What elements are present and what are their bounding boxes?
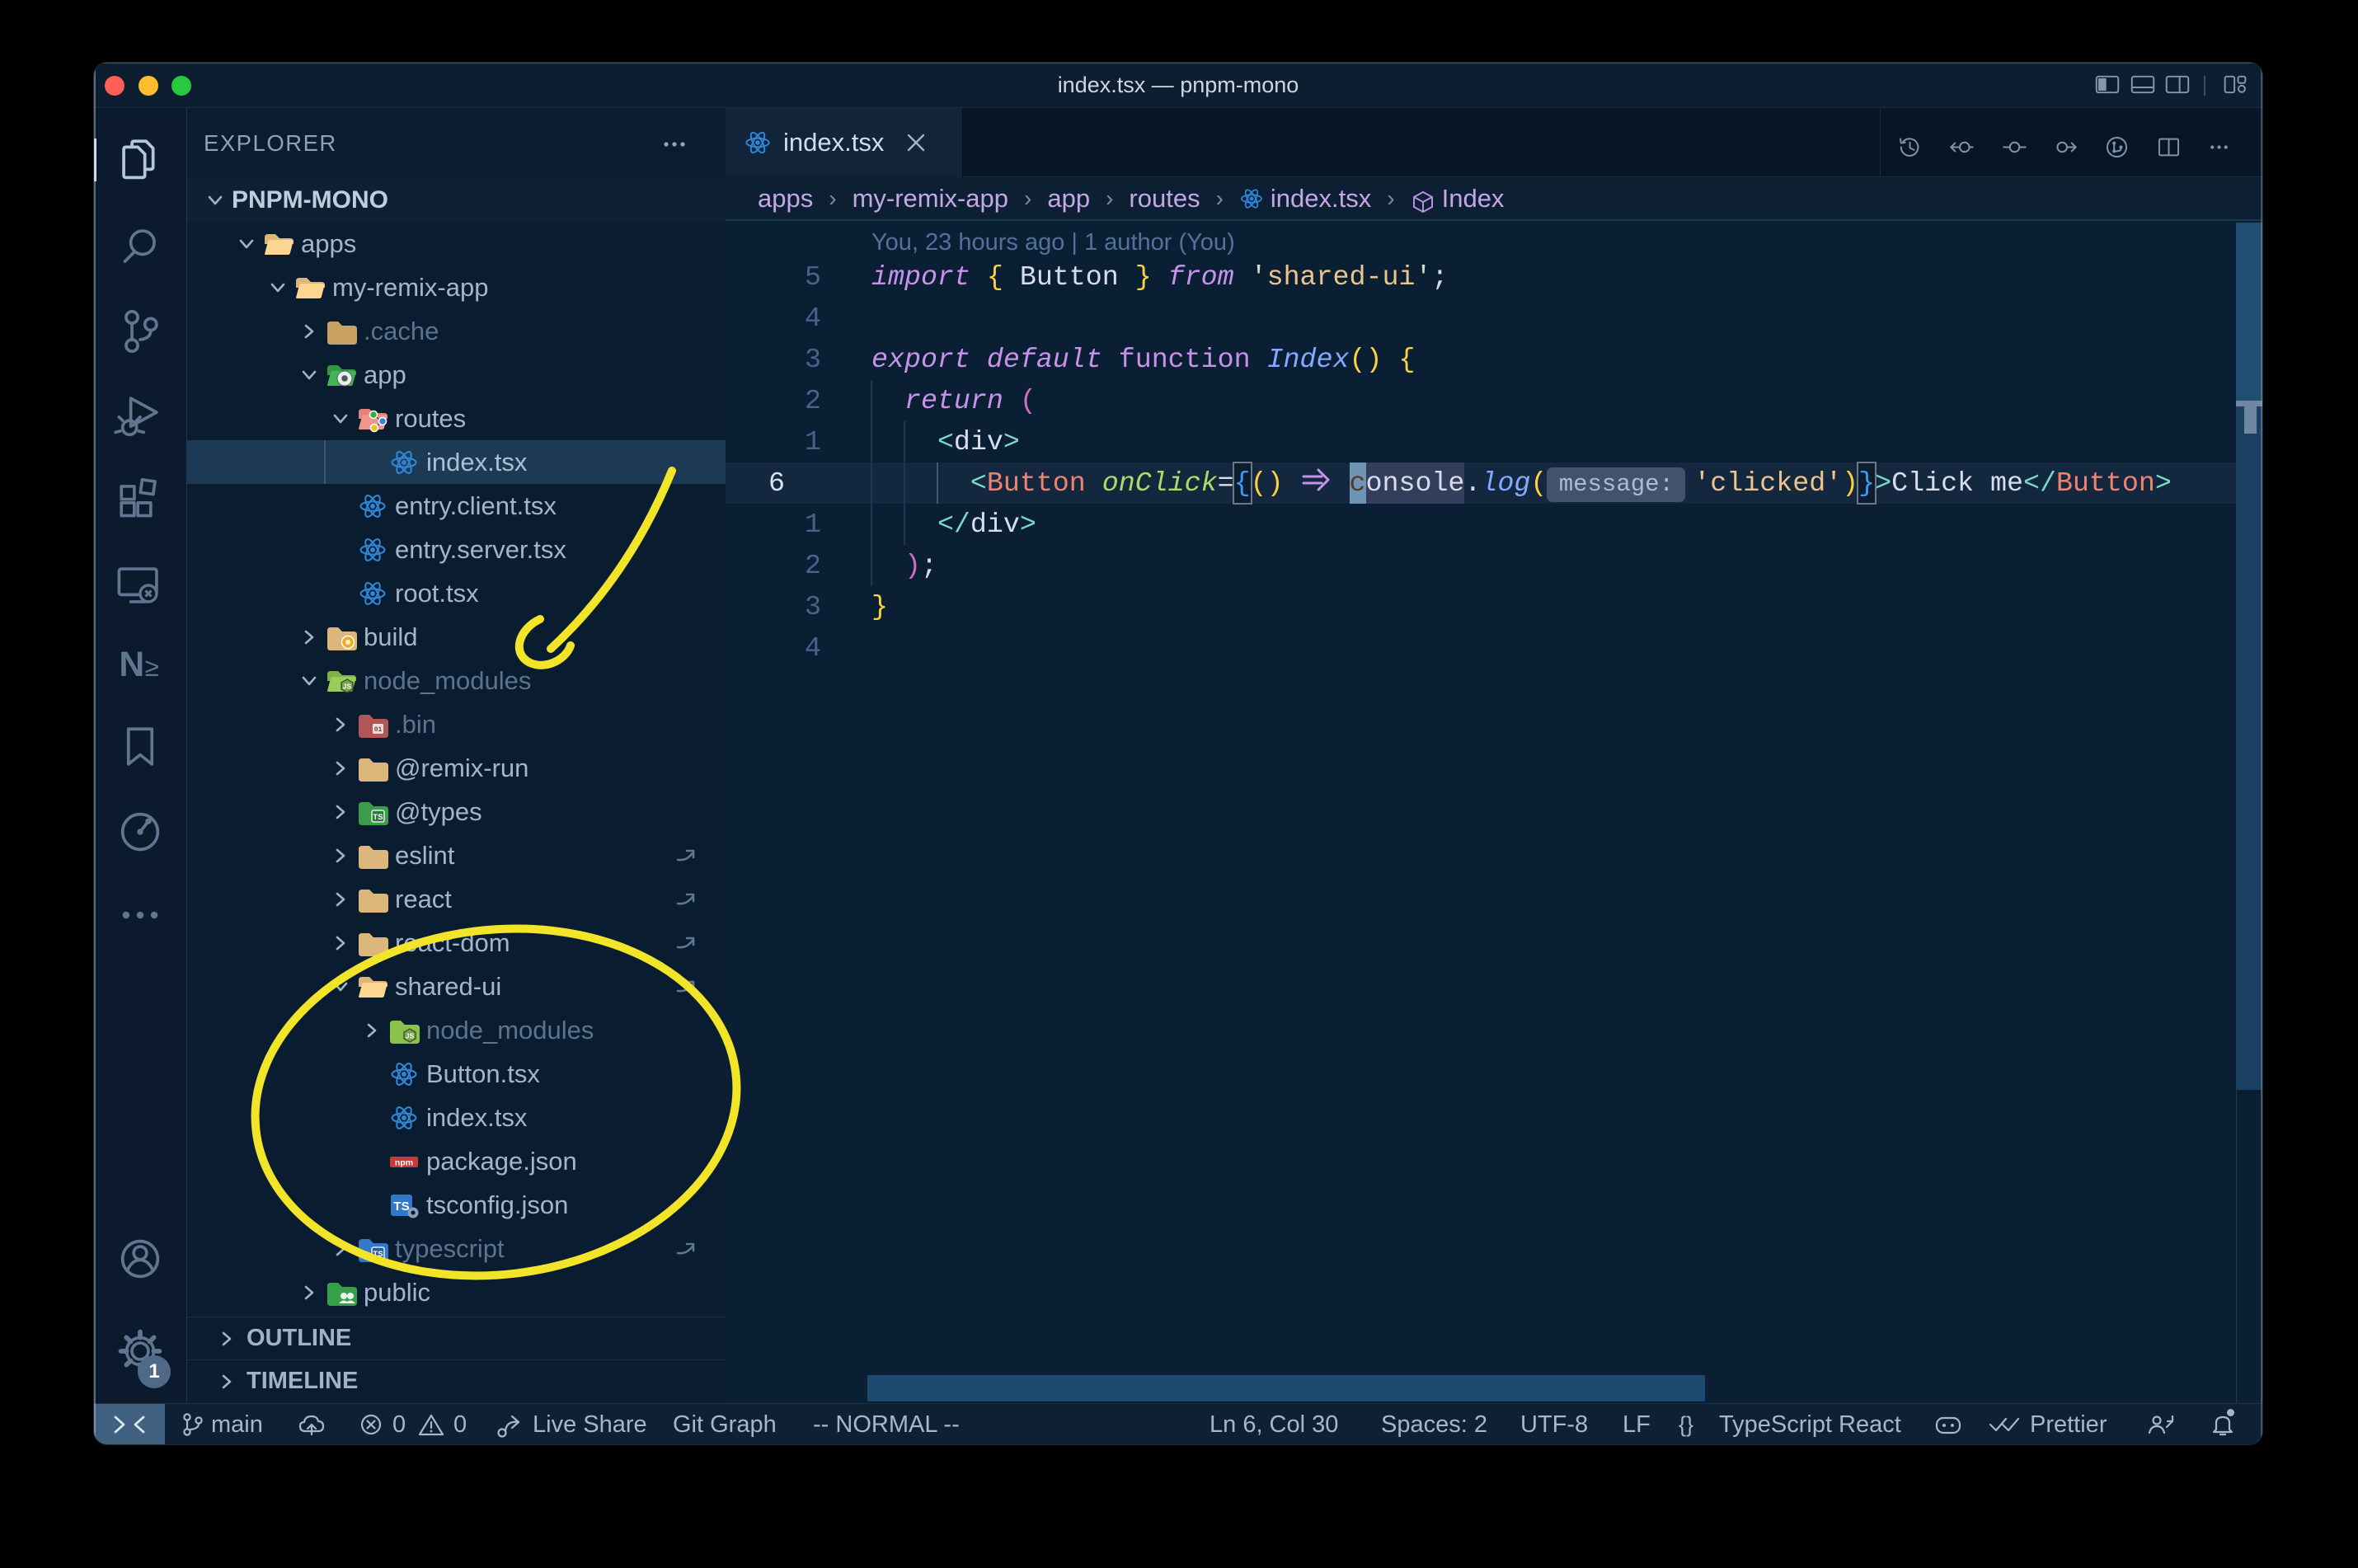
svg-text:≥: ≥ [145,653,159,682]
svg-text:TS: TS [373,813,383,822]
svg-text:JS: JS [343,682,352,690]
svg-text:TS: TS [373,1250,383,1259]
svg-text:npm: npm [395,1157,413,1167]
svg-text:01: 01 [374,726,383,734]
svg-text:N: N [119,645,144,684]
svg-text:JS: JS [406,1031,415,1040]
svg-text:TS: TS [393,1199,409,1214]
